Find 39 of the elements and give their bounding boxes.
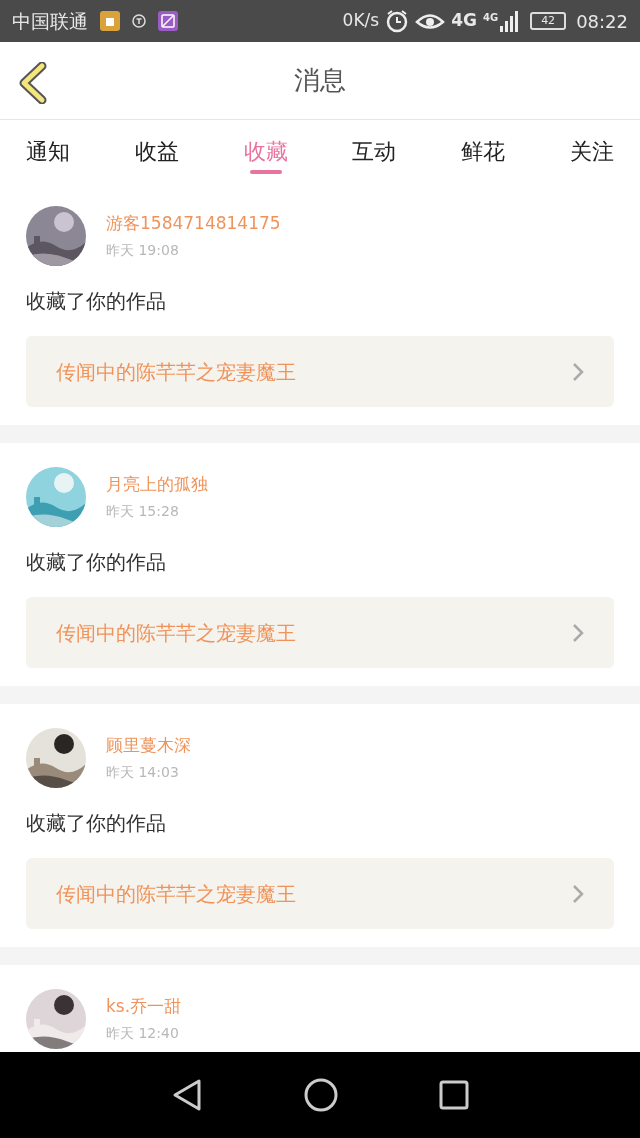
chevron-right-icon [572, 883, 584, 904]
user-name[interactable]: 游客1584714814175 [106, 210, 281, 237]
alarm-icon [385, 9, 410, 33]
user-name[interactable]: 月亮上的孤独 [106, 471, 208, 498]
work-link[interactable]: 传闻中的陈芊芊之宠妻魔王 [26, 336, 614, 407]
message-time: 昨天 19:08 [106, 241, 180, 261]
message-time: 昨天 15:28 [106, 502, 180, 522]
message-text: 收藏了你的作品 [26, 288, 167, 314]
tab[interactable]: 互动 [340, 120, 409, 182]
tab[interactable]: 收益 [122, 120, 191, 182]
bag-icon [100, 11, 120, 31]
home-nav-icon[interactable] [304, 1078, 338, 1112]
clock-time: 08:22 [576, 9, 628, 34]
message-time: 昨天 14:03 [106, 763, 180, 783]
t-icon [132, 14, 146, 28]
gallery-icon [158, 11, 178, 31]
network-type: 4G [451, 9, 477, 33]
recents-nav-icon[interactable] [439, 1080, 470, 1110]
tab[interactable]: 鲜花 [449, 120, 518, 182]
chevron-right-icon [572, 622, 584, 643]
user-name[interactable]: ks.乔一甜 [106, 993, 182, 1020]
network-speed: 0K/s [342, 9, 380, 33]
user-name[interactable]: 顾里蔓木深 [106, 732, 191, 759]
tab[interactable]: 收藏 [231, 120, 300, 182]
work-link[interactable]: 传闻中的陈芊芊之宠妻魔王 [26, 858, 614, 929]
tab[interactable]: 通知 [14, 120, 82, 182]
message-text: 收藏了你的作品 [26, 810, 167, 836]
work-link[interactable]: 传闻中的陈芊芊之宠妻魔王 [26, 597, 614, 668]
signal-icon [500, 10, 521, 32]
page-title: 消息 [294, 64, 346, 97]
message-time: 昨天 12:40 [106, 1024, 180, 1044]
carrier-name: 中国联通 [12, 8, 88, 34]
eye-icon [415, 11, 446, 31]
message-text: 收藏了你的作品 [26, 549, 167, 575]
signal-label: 4G [482, 11, 499, 25]
chevron-right-icon [572, 361, 584, 382]
back-icon[interactable] [18, 62, 48, 104]
tab[interactable]: 关注 [558, 120, 626, 182]
battery-icon: 42 [530, 12, 567, 30]
